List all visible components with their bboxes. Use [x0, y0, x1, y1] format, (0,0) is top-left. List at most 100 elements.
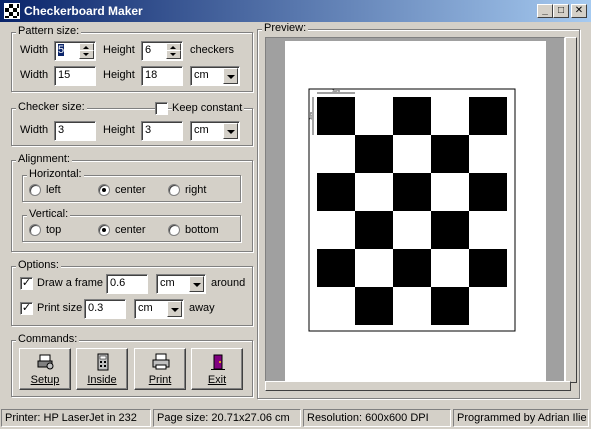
- status-printer: Printer: HP LaserJet in 232: [1, 409, 151, 427]
- frame-unit-select[interactable]: cm: [156, 274, 206, 294]
- checker-height-value: 3: [145, 124, 152, 136]
- radio-h-left[interactable]: [29, 184, 41, 196]
- minimize-button[interactable]: _: [537, 4, 553, 18]
- radio-h-right[interactable]: [168, 184, 180, 196]
- checker-square: [469, 97, 507, 135]
- checker-square: [317, 249, 355, 287]
- draw-frame-label: Draw a frame: [37, 277, 104, 289]
- horizontal-scrollbar[interactable]: [265, 381, 571, 391]
- inside-button-label: Inside: [87, 374, 117, 386]
- checker-square: [469, 173, 507, 211]
- checker-unit-value: cm: [194, 124, 209, 136]
- setup-button[interactable]: Setup: [19, 348, 71, 390]
- checker-square: [317, 173, 355, 211]
- radio-v-center[interactable]: [98, 224, 110, 236]
- options-legend: Options:: [16, 259, 61, 271]
- print-size-checkbox[interactable]: ✓: [20, 302, 33, 315]
- checkerboard-preview: 3cm 3cm: [308, 88, 516, 332]
- away-label: away: [189, 302, 215, 314]
- status-bar: Printer: HP LaserJet in 232 Page size: 2…: [0, 407, 591, 429]
- checker-square: [317, 97, 355, 135]
- frame-size-field[interactable]: 0.6: [106, 274, 148, 294]
- print-size-unit-value: cm: [138, 302, 153, 314]
- radio-h-center[interactable]: [98, 184, 110, 196]
- checker-square: [431, 135, 469, 173]
- pattern-height-stepper[interactable]: 6: [141, 41, 183, 61]
- radio-v-bottom-label: bottom: [185, 224, 219, 236]
- checker-square: [469, 249, 507, 287]
- checker-width-value: 3: [58, 124, 65, 136]
- checker-height-field[interactable]: 3: [141, 121, 183, 141]
- pattern-width-stepper[interactable]: 5: [54, 41, 96, 61]
- radio-h-center-label: center: [115, 184, 146, 196]
- pattern-height-value: 6: [145, 44, 152, 56]
- checker-square: [393, 249, 431, 287]
- radio-h-right-label: right: [185, 184, 207, 196]
- checkers-label: checkers: [190, 44, 235, 56]
- keep-constant-label: Keep constant: [172, 102, 245, 114]
- checker-square: [431, 287, 469, 325]
- checkerboard-grid: [317, 97, 507, 325]
- checker-width-field[interactable]: 3: [54, 121, 96, 141]
- checkerboard-app-icon[interactable]: [4, 3, 20, 19]
- checker-width-label: Width: [20, 124, 49, 136]
- print-size-field[interactable]: 0.3: [84, 299, 126, 319]
- chevron-down-icon[interactable]: [189, 276, 204, 292]
- checker-size-legend: Checker size:: [16, 101, 87, 113]
- print-size-unit-select[interactable]: cm: [134, 299, 184, 319]
- radio-v-bottom[interactable]: [168, 224, 180, 236]
- pattern-height-label: Height: [103, 44, 135, 56]
- preview-legend: Preview:: [262, 22, 309, 34]
- chevron-down-icon[interactable]: [223, 68, 238, 84]
- checker-square: [393, 173, 431, 211]
- maximize-button[interactable]: □: [553, 4, 569, 18]
- exit-button[interactable]: Exit: [191, 348, 243, 390]
- vertical-scrollbar[interactable]: [565, 37, 577, 383]
- keep-constant-checkbox[interactable]: [155, 102, 168, 115]
- spin-down-icon[interactable]: [79, 50, 94, 59]
- frame-size-value: 0.6: [110, 277, 126, 289]
- pattern-height-cm-field[interactable]: 18: [141, 66, 183, 86]
- pattern-unit-value: cm: [194, 69, 209, 81]
- chevron-down-icon[interactable]: [223, 123, 238, 139]
- vertical-legend: Vertical:: [27, 208, 71, 220]
- alignment-legend: Alignment:: [16, 153, 72, 165]
- exit-door-icon: [211, 354, 225, 370]
- setup-button-label: Setup: [30, 374, 60, 386]
- spin-down-icon[interactable]: [166, 50, 181, 59]
- window-title: Checkerboard Maker: [24, 4, 143, 18]
- radio-v-top-label: top: [46, 224, 62, 236]
- radio-h-left-label: left: [46, 184, 61, 196]
- pattern-width-cm-field[interactable]: 15: [54, 66, 96, 86]
- print-size-label: Print size: [37, 302, 83, 314]
- pattern-unit-select[interactable]: cm: [190, 66, 240, 86]
- radio-v-top[interactable]: [29, 224, 41, 236]
- chevron-down-icon[interactable]: [167, 301, 182, 317]
- paper-page: 3cm 3cm: [285, 41, 546, 383]
- status-credit: Programmed by Adrian Ilie: [453, 409, 589, 427]
- inside-button[interactable]: Inside: [76, 348, 128, 390]
- app-window: Checkerboard Maker _ □ ✕ Pattern size: W…: [0, 0, 591, 429]
- checker-square: [393, 97, 431, 135]
- pattern-width-value: 5: [58, 44, 65, 56]
- commands-legend: Commands:: [16, 333, 80, 345]
- print-button-label: Print: [148, 374, 172, 386]
- dimension-label-left: 3cm: [308, 112, 313, 120]
- status-resolution: Resolution: 600x600 DPI: [303, 409, 451, 427]
- pattern-height-cm-label: Height: [103, 69, 135, 81]
- status-page-size: Page size: 20.71x27.06 cm: [153, 409, 301, 427]
- checker-square: [431, 211, 469, 249]
- pattern-height-cm-value: 18: [145, 69, 158, 81]
- checker-square: [355, 211, 393, 249]
- checker-square: [355, 287, 393, 325]
- title-bar[interactable]: Checkerboard Maker _ □ ✕: [0, 0, 591, 22]
- dimension-label-top: 3cm: [332, 88, 340, 93]
- print-button[interactable]: Print: [134, 348, 186, 390]
- close-button[interactable]: ✕: [571, 4, 587, 18]
- draw-frame-checkbox[interactable]: ✓: [20, 277, 33, 290]
- around-label: around: [211, 277, 246, 289]
- checker-unit-select[interactable]: cm: [190, 121, 240, 141]
- pattern-width-cm-label: Width: [20, 69, 49, 81]
- exit-button-label: Exit: [207, 374, 227, 386]
- pattern-size-legend: Pattern size:: [16, 25, 82, 37]
